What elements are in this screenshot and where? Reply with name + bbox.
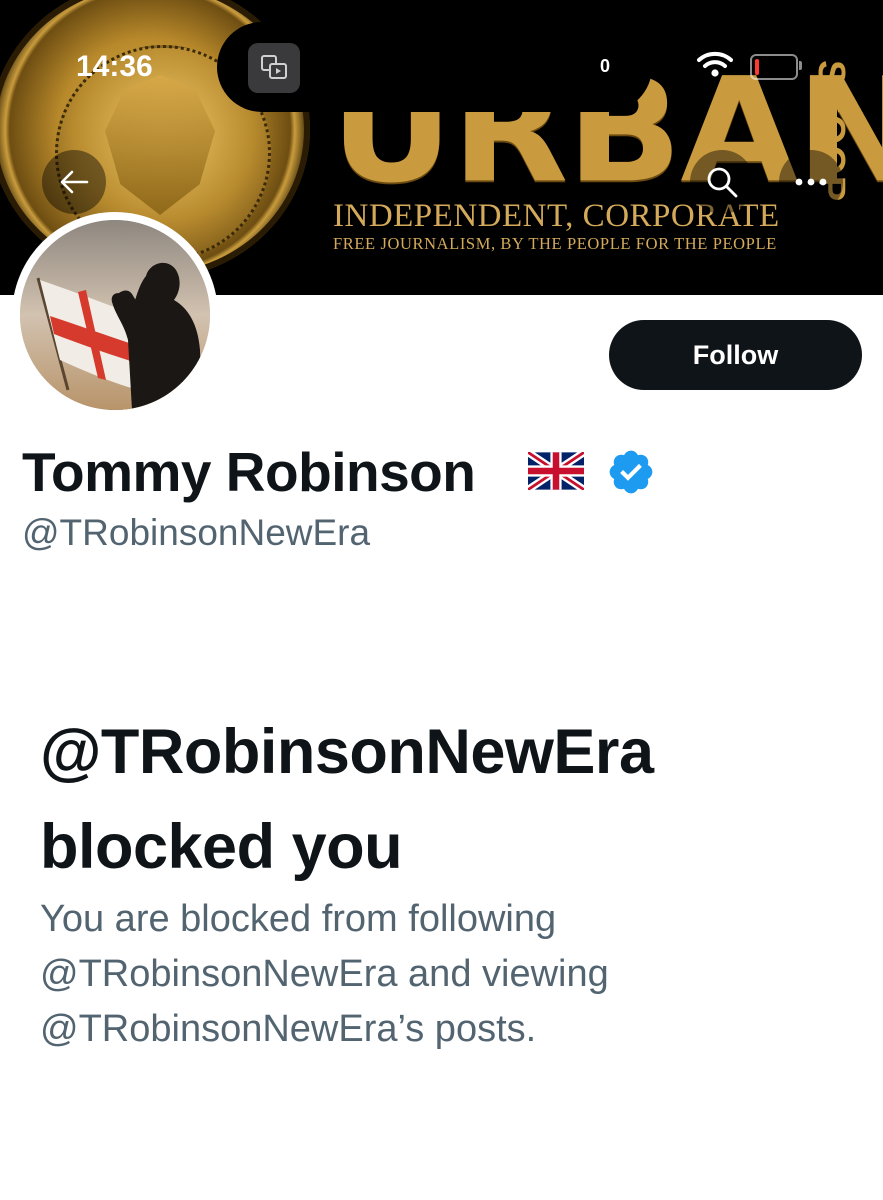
battery-nub [799, 61, 802, 70]
blocked-desc-line: You are blocked from following [40, 898, 557, 940]
screen-mirror-icon[interactable] [248, 43, 300, 93]
avatar[interactable] [12, 212, 218, 418]
more-options-button[interactable] [779, 150, 843, 214]
back-button[interactable] [42, 150, 106, 214]
verified-badge-icon[interactable] [606, 447, 656, 502]
island-counter: 0 [600, 56, 611, 76]
blocked-desc-line: @TRobinsonNewEra and viewing [40, 953, 609, 996]
search-icon [707, 167, 738, 198]
avatar-image [20, 220, 210, 410]
uk-flag-icon [525, 449, 587, 495]
banner-tagline-sub: FREE JOURNALISM, BY THE PEOPLE FOR THE P… [333, 234, 777, 253]
status-time: 14:36 [76, 50, 153, 83]
blocked-title: @TRobinsonNewEra blocked you [40, 705, 860, 894]
more-options-icon [795, 178, 827, 186]
blocked-title-line: blocked you [40, 811, 403, 882]
profile-handle: @TRobinsonNewEra [22, 512, 371, 553]
blocked-title-line: @TRobinsonNewEra [40, 717, 654, 787]
back-arrow-icon [60, 170, 89, 194]
battery-icon [750, 54, 798, 80]
blocked-description: You are blocked from following @TRobinso… [40, 892, 840, 1057]
follow-button[interactable]: Follow [609, 320, 862, 390]
profile-display-name: Tommy Robinson [22, 441, 476, 503]
blocked-desc-line: @TRobinsonNewEra’s posts. [40, 1008, 537, 1051]
search-button[interactable] [690, 150, 754, 214]
battery-level [755, 59, 759, 75]
wifi-icon [697, 50, 733, 83]
